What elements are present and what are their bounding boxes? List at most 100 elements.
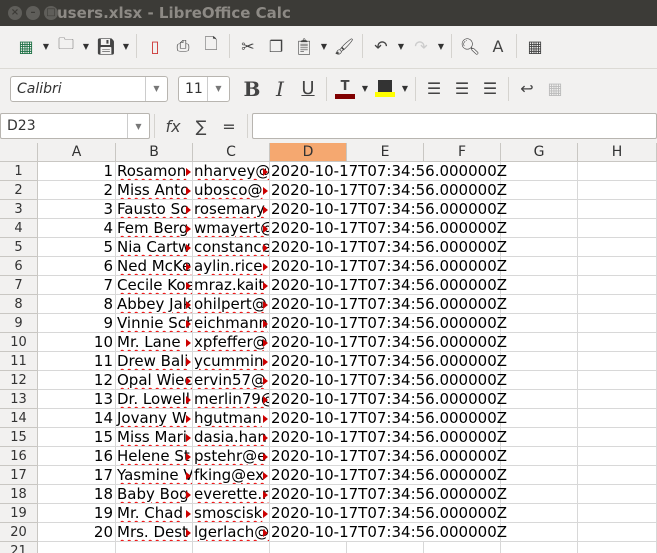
date-cell[interactable]: 2020-10-17T07:34:56.000000Z bbox=[270, 257, 507, 276]
email-cell[interactable]: nharvey@ bbox=[193, 162, 270, 181]
date-cell[interactable]: 2020-10-17T07:34:56.000000Z bbox=[270, 352, 507, 371]
cell-G5[interactable] bbox=[501, 238, 578, 257]
name-cell[interactable]: Fem Berg bbox=[116, 219, 193, 238]
row-header-15[interactable]: 15 bbox=[0, 428, 38, 447]
align-left-icon[interactable]: ☰ bbox=[420, 75, 448, 103]
merge-cells-icon[interactable]: ▦ bbox=[541, 75, 569, 103]
function-wizard-icon[interactable]: fx bbox=[159, 112, 187, 140]
minimize-window-button[interactable]: – bbox=[26, 6, 40, 20]
date-cell[interactable]: 2020-10-17T07:34:56.000000Z bbox=[270, 504, 507, 523]
save-dropdown[interactable]: ▼ bbox=[120, 42, 132, 51]
sum-icon[interactable]: ∑ bbox=[187, 112, 215, 140]
row-header-8[interactable]: 8 bbox=[0, 295, 38, 314]
name-cell[interactable]: Miss Mari bbox=[116, 428, 193, 447]
paste-dropdown[interactable]: ▼ bbox=[318, 42, 330, 51]
cell-H11[interactable] bbox=[578, 352, 657, 371]
cell-H12[interactable] bbox=[578, 371, 657, 390]
date-cell[interactable]: 2020-10-17T07:34:56.000000Z bbox=[270, 390, 507, 409]
email-cell[interactable]: rosemary bbox=[193, 200, 270, 219]
underline-icon[interactable]: U bbox=[294, 75, 322, 103]
font-color-icon[interactable]: T bbox=[331, 75, 359, 103]
print-preview-icon[interactable]: 🗋 bbox=[197, 32, 225, 60]
date-cell[interactable]: 2020-10-17T07:34:56.000000Z bbox=[270, 466, 507, 485]
email-cell[interactable]: aylin.rice bbox=[193, 257, 270, 276]
cell-G10[interactable] bbox=[501, 333, 578, 352]
cell-B21[interactable] bbox=[116, 542, 193, 553]
find-replace-icon[interactable]: 🔍︎ bbox=[456, 32, 484, 60]
id-cell[interactable]: 12 bbox=[38, 371, 116, 390]
spelling-icon[interactable]: A bbox=[484, 32, 512, 60]
cell-G8[interactable] bbox=[501, 295, 578, 314]
font-size-value[interactable]: 11 bbox=[179, 81, 207, 97]
cell-G20[interactable] bbox=[501, 523, 578, 542]
cell-G13[interactable] bbox=[501, 390, 578, 409]
email-cell[interactable]: ubosco@ bbox=[193, 181, 270, 200]
cell-G6[interactable] bbox=[501, 257, 578, 276]
email-cell[interactable]: everette.r bbox=[193, 485, 270, 504]
font-name-combo[interactable]: Calibri ▼ bbox=[10, 75, 168, 102]
row-header-2[interactable]: 2 bbox=[0, 181, 38, 200]
name-box[interactable]: D23 ▼ bbox=[0, 113, 150, 139]
select-all-corner[interactable] bbox=[0, 143, 38, 162]
id-cell[interactable]: 4 bbox=[38, 219, 116, 238]
font-name-value[interactable]: Calibri bbox=[11, 81, 145, 97]
date-cell[interactable]: 2020-10-17T07:34:56.000000Z bbox=[270, 295, 507, 314]
undo-icon[interactable]: ↶ bbox=[367, 32, 395, 60]
name-cell[interactable]: Rosamon bbox=[116, 162, 193, 181]
cut-icon[interactable]: ✂ bbox=[234, 32, 262, 60]
id-cell[interactable]: 3 bbox=[38, 200, 116, 219]
cell-C21[interactable] bbox=[193, 542, 270, 553]
name-cell[interactable]: Mr. Lane bbox=[116, 333, 193, 352]
id-cell[interactable]: 8 bbox=[38, 295, 116, 314]
date-cell[interactable]: 2020-10-17T07:34:56.000000Z bbox=[270, 428, 507, 447]
row-header-7[interactable]: 7 bbox=[0, 276, 38, 295]
cell-H10[interactable] bbox=[578, 333, 657, 352]
cell-G18[interactable] bbox=[501, 485, 578, 504]
italic-icon[interactable]: I bbox=[266, 75, 294, 103]
cell-G9[interactable] bbox=[501, 314, 578, 333]
redo-dropdown[interactable]: ▼ bbox=[435, 42, 447, 51]
name-cell[interactable]: Miss Anto bbox=[116, 181, 193, 200]
id-cell[interactable]: 10 bbox=[38, 333, 116, 352]
row-header-5[interactable]: 5 bbox=[0, 238, 38, 257]
name-cell[interactable]: Mr. Chad bbox=[116, 504, 193, 523]
row-header-12[interactable]: 12 bbox=[0, 371, 38, 390]
new-dropdown[interactable]: ▼ bbox=[40, 42, 52, 51]
column-header-c[interactable]: C bbox=[193, 143, 270, 162]
cell-D21[interactable] bbox=[270, 542, 347, 553]
column-header-g[interactable]: G bbox=[501, 143, 578, 162]
name-cell[interactable]: Mrs. Dest bbox=[116, 523, 193, 542]
date-cell[interactable]: 2020-10-17T07:34:56.000000Z bbox=[270, 447, 507, 466]
name-cell[interactable]: Cecile Koe bbox=[116, 276, 193, 295]
cell-G19[interactable] bbox=[501, 504, 578, 523]
id-cell[interactable]: 13 bbox=[38, 390, 116, 409]
cell-H1[interactable] bbox=[578, 162, 657, 181]
name-cell[interactable]: Opal Wiec bbox=[116, 371, 193, 390]
email-cell[interactable]: merlin79@ bbox=[193, 390, 270, 409]
name-cell[interactable]: Vinnie Sch bbox=[116, 314, 193, 333]
id-cell[interactable]: 7 bbox=[38, 276, 116, 295]
name-cell[interactable]: Drew Bali bbox=[116, 352, 193, 371]
row-header-11[interactable]: 11 bbox=[0, 352, 38, 371]
row-header-16[interactable]: 16 bbox=[0, 447, 38, 466]
email-cell[interactable]: wmayert@ bbox=[193, 219, 270, 238]
date-cell[interactable]: 2020-10-17T07:34:56.000000Z bbox=[270, 485, 507, 504]
row-header-21[interactable]: 21 bbox=[0, 542, 38, 553]
row-header-9[interactable]: 9 bbox=[0, 314, 38, 333]
row-header-6[interactable]: 6 bbox=[0, 257, 38, 276]
cell-H7[interactable] bbox=[578, 276, 657, 295]
cell-H17[interactable] bbox=[578, 466, 657, 485]
email-cell[interactable]: ohilpert@ bbox=[193, 295, 270, 314]
row-header-13[interactable]: 13 bbox=[0, 390, 38, 409]
row-header-19[interactable]: 19 bbox=[0, 504, 38, 523]
name-cell[interactable]: Dr. Lowell bbox=[116, 390, 193, 409]
cell-H6[interactable] bbox=[578, 257, 657, 276]
email-cell[interactable]: fking@ex bbox=[193, 466, 270, 485]
id-cell[interactable]: 20 bbox=[38, 523, 116, 542]
name-box-value[interactable]: D23 bbox=[1, 118, 127, 134]
cell-H13[interactable] bbox=[578, 390, 657, 409]
font-color-dropdown[interactable]: ▼ bbox=[359, 84, 371, 93]
id-cell[interactable]: 6 bbox=[38, 257, 116, 276]
cell-G1[interactable] bbox=[501, 162, 578, 181]
id-cell[interactable]: 5 bbox=[38, 238, 116, 257]
